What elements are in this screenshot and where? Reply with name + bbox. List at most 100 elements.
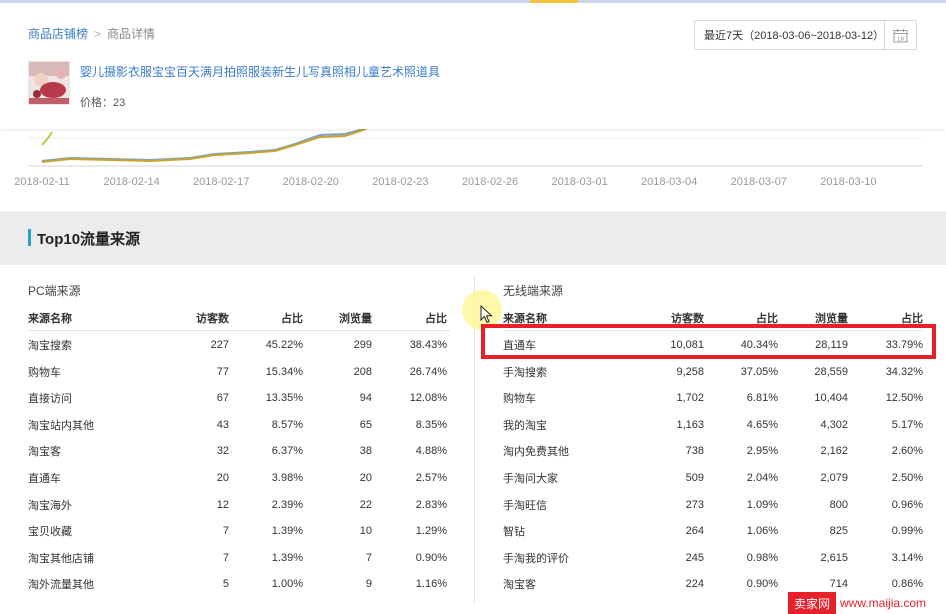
pc-cell-visitors: 12 [216, 498, 229, 511]
pc-cell-visitors: 20 [216, 472, 229, 484]
mobile-cell-visitor-share: 1.09% [746, 498, 778, 511]
mobile-cell-visitors: 738 [685, 445, 704, 458]
traffic-source-panel: PC端来源 来源名称 访客数 占比 浏览量 占比 淘宝搜索 227 45.22% 29… [0, 265, 946, 614]
mobile-cell-pageview-share: 2.50% [891, 472, 923, 484]
mobile-cell-visitor-share: 6.81% [746, 392, 778, 405]
trend-line-main [41, 129, 369, 163]
pc-cell-pageview-share: 8.35% [415, 418, 447, 431]
pc-header-source: 来源名称 [28, 312, 72, 325]
pc-table-row[interactable]: 宝贝收藏 7 1.39% 10 1.29% [28, 518, 450, 544]
mobile-cell-visitors: 1,163 [676, 418, 704, 431]
pc-cell-source: 淘宝海外 [28, 499, 72, 512]
x-axis-tick-label: 2018-03-07 [731, 176, 787, 188]
mobile-cell-source: 淘内免费其他 [503, 446, 569, 459]
pc-table-row[interactable]: 淘外流量其他 5 1.00% 9 1.16% [28, 571, 450, 597]
watermark: 卖家网 www.maijia.com [788, 591, 931, 614]
product-thumbnail[interactable] [28, 61, 70, 105]
pc-header-visitors: 访客数 [196, 312, 229, 325]
pc-table-row[interactable]: 淘宝客 32 6.37% 38 4.88% [28, 438, 450, 464]
mobile-header-pageview-share: 占比 [901, 312, 923, 325]
mobile-cell-visitor-share: 2.95% [746, 445, 778, 458]
watermark-url: www.maijia.com [836, 592, 931, 614]
mobile-cell-pageview-share: 2.60% [891, 445, 923, 458]
mobile-cell-visitors: 245 [685, 551, 704, 564]
mobile-cell-pageviews: 2,079 [820, 472, 848, 484]
pc-cell-visitor-share: 1.39% [271, 525, 303, 538]
pc-cell-pageviews: 9 [365, 578, 372, 591]
mobile-table-row[interactable]: 我的淘宝 1,163 4.65% 4,302 5.17% [503, 412, 923, 438]
mobile-table-row[interactable]: 手淘搜索 9,258 37.05% 28,559 34.32% [503, 359, 923, 385]
pc-table-row[interactable]: 淘宝海外 12 2.39% 22 2.83% [28, 492, 450, 518]
pc-cell-visitor-share: 45.22% [265, 339, 303, 351]
mobile-table-row[interactable]: 智钻 264 1.06% 825 0.99% [503, 518, 923, 544]
mobile-cell-pageview-share: 0.96% [891, 498, 923, 511]
breadcrumb-separator: > [94, 27, 102, 41]
pc-cell-pageviews: 10 [359, 525, 372, 538]
pc-cell-pageview-share: 1.29% [415, 525, 447, 538]
mobile-cell-pageviews: 800 [829, 498, 848, 511]
pc-cell-visitor-share: 15.34% [265, 365, 303, 378]
pc-header-pageview-share: 占比 [425, 312, 447, 325]
mobile-cell-source: 直通车 [503, 340, 536, 352]
product-title-link[interactable]: 婴儿摄影衣服宝宝百天满月拍照服装新生儿写真照相儿童艺术照道具 [80, 63, 440, 80]
mobile-cell-pageviews: 28,119 [815, 339, 848, 351]
mobile-cell-source: 智钻 [503, 526, 525, 539]
pc-cell-visitor-share: 2.39% [271, 498, 303, 511]
pc-cell-pageviews: 38 [359, 445, 372, 458]
pc-cell-visitor-share: 1.00% [271, 578, 303, 591]
pc-header-pageviews: 浏览量 [339, 312, 372, 325]
mobile-cell-pageviews: 28,559 [814, 365, 848, 378]
pc-table-row[interactable]: 直接访问 67 13.35% 94 12.08% [28, 385, 450, 411]
mobile-cell-source: 手淘问大家 [503, 473, 558, 485]
pc-cell-pageview-share: 38.43% [409, 339, 447, 351]
breadcrumb-current: 商品详情 [107, 27, 156, 41]
mobile-table-row[interactable]: 手淘问大家 509 2.04% 2,079 2.50% [503, 465, 923, 491]
pc-cell-visitor-share: 3.98% [271, 472, 303, 484]
mobile-cell-source: 购物车 [503, 393, 536, 406]
pc-cell-source: 直通车 [28, 473, 61, 485]
mobile-cell-source: 淘宝客 [503, 579, 536, 592]
mobile-table-row[interactable]: 淘内免费其他 738 2.95% 2,162 2.60% [503, 438, 923, 464]
mobile-table-row[interactable]: 手淘旺信 273 1.09% 800 0.96% [503, 492, 923, 518]
pc-cell-pageview-share: 26.74% [409, 365, 447, 378]
pc-table-row[interactable]: 淘宝站内其他 43 8.57% 65 8.35% [28, 412, 450, 438]
mobile-cell-visitors: 509 [685, 472, 704, 484]
breadcrumb-root-link[interactable]: 商品店铺榜 [28, 27, 88, 41]
pc-table-row[interactable]: 购物车 77 15.34% 208 26.74% [28, 359, 450, 385]
mobile-cell-visitor-share: 37.05% [740, 365, 778, 378]
pc-table-row[interactable]: 直通车 20 3.98% 20 2.57% [28, 465, 450, 491]
pc-cell-visitors: 43 [216, 418, 229, 431]
mobile-cell-visitor-share: 2.04% [746, 472, 778, 484]
mobile-table-row[interactable]: 购物车 1,702 6.81% 10,404 12.50% [503, 385, 923, 411]
pc-table-row[interactable]: 淘宝其他店铺 7 1.39% 7 0.90% [28, 545, 450, 571]
mobile-cell-visitors: 264 [685, 525, 704, 538]
pc-cell-visitors: 32 [216, 445, 229, 458]
product-header-card: 商品店铺榜 > 商品详情 最近7天（2018-03-06~2018-03-12） 1… [0, 3, 946, 129]
mobile-cell-source: 手淘旺信 [503, 499, 547, 512]
pc-cell-visitor-share: 6.37% [271, 445, 303, 458]
mobile-cell-source: 手淘搜索 [503, 366, 547, 379]
mobile-table-header-row: 来源名称 访客数 占比 浏览量 占比 [503, 305, 923, 331]
pc-cell-visitors: 7 [222, 551, 229, 564]
mobile-cell-visitor-share: 0.98% [746, 551, 778, 564]
mobile-cell-visitors: 224 [685, 578, 704, 591]
mobile-cell-pageview-share: 34.32% [885, 365, 923, 378]
mobile-cell-pageviews: 825 [829, 525, 848, 538]
pc-table-row[interactable]: 淘宝搜索 227 45.22% 299 38.43% [28, 332, 450, 358]
mobile-cell-pageviews: 2,162 [820, 445, 848, 458]
x-axis-tick-label: 2018-03-10 [820, 176, 876, 188]
mobile-table-row[interactable]: 手淘我的评价 245 0.98% 2,615 3.14% [503, 545, 923, 571]
x-axis-tick-label: 2018-02-14 [103, 176, 159, 188]
date-range-picker[interactable]: 最近7天（2018-03-06~2018-03-12） 18 [694, 20, 917, 50]
pc-cell-source: 购物车 [28, 366, 61, 379]
mobile-cell-visitor-share: 4.65% [746, 418, 778, 431]
pc-cell-pageviews: 20 [359, 472, 372, 484]
mobile-cell-pageview-share: 3.14% [891, 551, 923, 564]
x-axis-tick-label: 2018-03-04 [641, 176, 697, 188]
pc-cell-visitor-share: 1.39% [271, 551, 303, 564]
calendar-icon[interactable]: 18 [884, 21, 916, 49]
mobile-header-visitors: 访客数 [671, 312, 704, 325]
mobile-header-pageviews: 浏览量 [815, 312, 848, 325]
pc-cell-source: 淘外流量其他 [28, 579, 94, 592]
mobile-table-row[interactable]: 直通车 10,081 40.34% 28,119 33.79% [503, 332, 923, 358]
